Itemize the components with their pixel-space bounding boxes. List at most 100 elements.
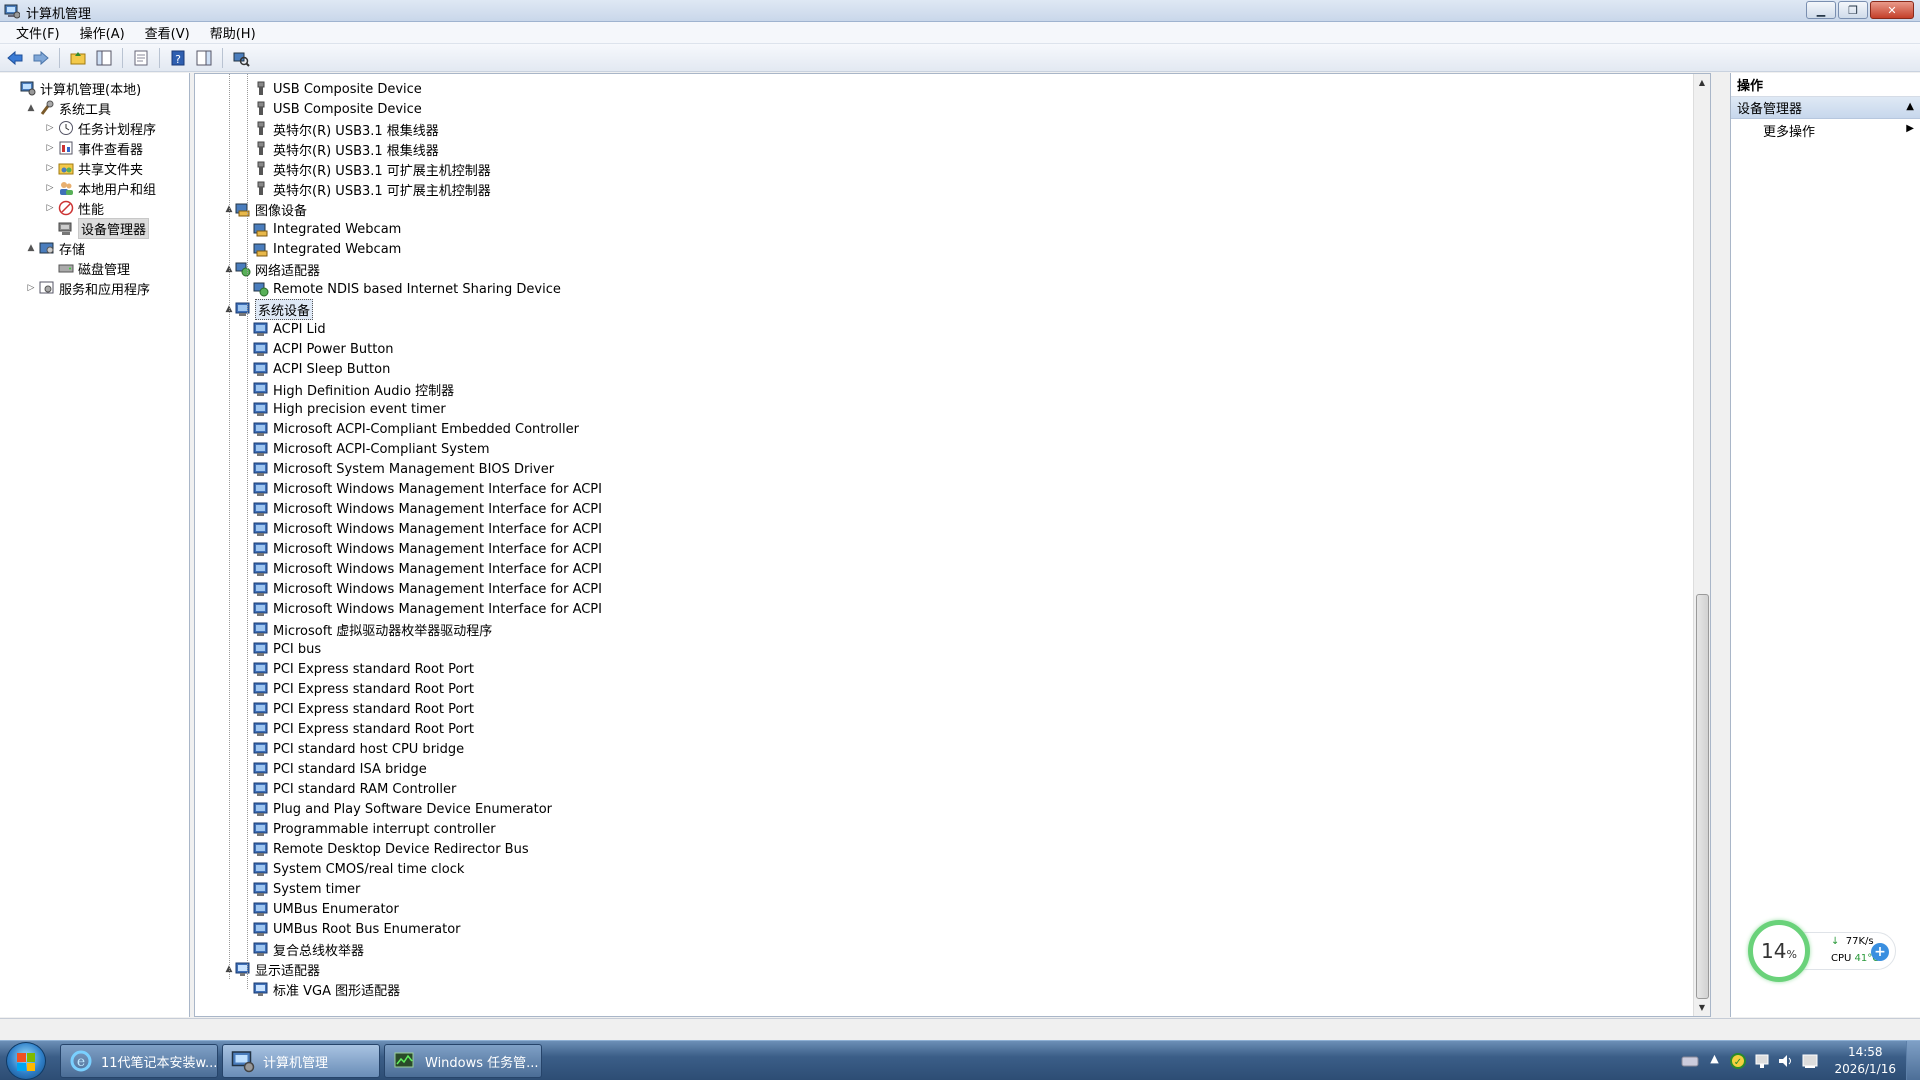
device-item[interactable]: High Definition Audio 控制器 [253,379,454,399]
device-item[interactable]: System timer [253,879,360,899]
device-item[interactable]: UMBus Root Bus Enumerator [253,919,461,939]
device-item[interactable]: Remote NDIS based Internet Sharing Devic… [253,279,561,299]
collapsed-arrow-icon[interactable]: ▷ [44,163,56,173]
help-button[interactable]: ? [167,47,189,69]
device-item[interactable]: Plug and Play Software Device Enumerator [253,799,552,819]
start-button[interactable] [6,1042,46,1080]
collapsed-arrow-icon[interactable]: ▷ [44,183,56,193]
device-item[interactable]: Microsoft Windows Management Interface f… [253,559,602,579]
tree-node-9[interactable]: 磁盘管理 [44,258,130,278]
device-item[interactable]: PCI standard host CPU bridge [253,739,464,759]
tree-node-0[interactable]: 计算机管理(本地) [6,78,141,98]
device-item[interactable]: PCI Express standard Root Port [253,699,474,719]
properties-button[interactable] [130,47,152,69]
device-item[interactable]: USB Composite Device [253,99,422,119]
device-item[interactable]: Microsoft Windows Management Interface f… [253,539,602,559]
device-item[interactable]: Integrated Webcam [253,239,401,259]
back-button[interactable] [4,47,26,69]
minimize-button[interactable]: ▁ [1806,1,1836,19]
close-button[interactable]: ✕ [1870,1,1914,19]
scroll-up-button[interactable]: ▲ [1694,74,1710,91]
taskbar-button-2[interactable]: Windows 任务管... [384,1044,542,1078]
security-shield-icon[interactable]: ✓ [1729,1052,1747,1070]
device-item[interactable]: Microsoft System Management BIOS Driver [253,459,554,479]
menu-item-2[interactable]: 查看(V) [135,23,200,42]
show-desktop-button[interactable] [1906,1041,1920,1080]
scan-hardware-button[interactable] [230,47,252,69]
device-item[interactable]: Microsoft 虚拟驱动器枚举器驱动程序 [253,619,492,639]
device-item[interactable]: Microsoft Windows Management Interface f… [253,479,602,499]
device-item[interactable]: Microsoft Windows Management Interface f… [253,599,602,619]
vertical-scrollbar[interactable]: ▲ ▼ [1693,74,1710,1016]
device-item[interactable]: UMBus Enumerator [253,899,399,919]
device-item[interactable]: Microsoft Windows Management Interface f… [253,579,602,599]
restore-button[interactable]: ❐ [1838,1,1868,19]
device-item[interactable]: PCI standard ISA bridge [253,759,427,779]
taskbar-button-0[interactable]: e 11代笔记本安装w... [60,1044,218,1078]
device-item[interactable]: 英特尔(R) USB3.1 可扩展主机控制器 [253,179,491,199]
actions-section-device-manager[interactable]: 设备管理器 ▲ [1731,97,1920,119]
show-action-pane-button[interactable] [193,47,215,69]
device-item[interactable]: Microsoft ACPI-Compliant Embedded Contro… [253,419,579,439]
expanded-arrow-icon[interactable]: ▲ [25,243,37,253]
device-item[interactable]: High precision event timer [253,399,446,419]
clock[interactable]: 14:58 2026/1/16 [1834,1044,1896,1078]
device-item[interactable]: PCI bus [253,639,321,659]
more-actions-item[interactable]: 更多操作 ▶ [1731,119,1920,141]
device-category[interactable]: ▲ 系统设备 [223,298,314,320]
show-hide-tree-button[interactable] [93,47,115,69]
device-item[interactable]: Integrated Webcam [253,219,401,239]
action-center-icon[interactable] [1801,1052,1819,1070]
device-item[interactable]: 标准 VGA 图形适配器 [253,979,400,999]
scroll-down-button[interactable]: ▼ [1694,999,1710,1016]
tree-node-3[interactable]: ▷ 事件查看器 [44,138,143,158]
tree-node-5[interactable]: ▷ 本地用户和组 [44,178,156,198]
menu-item-1[interactable]: 操作(A) [70,23,135,42]
device-item[interactable]: Microsoft Windows Management Interface f… [253,499,602,519]
device-item[interactable]: Microsoft Windows Management Interface f… [253,519,602,539]
gadget-plus-icon[interactable]: + [1871,943,1889,961]
device-item[interactable]: USB Composite Device [253,79,422,99]
tree-node-4[interactable]: ▷ 共享文件夹 [44,158,143,178]
device-item[interactable]: 英特尔(R) USB3.1 根集线器 [253,119,439,139]
device-item[interactable]: Microsoft ACPI-Compliant System [253,439,489,459]
device-item[interactable]: 英特尔(R) USB3.1 根集线器 [253,139,439,159]
device-category[interactable]: ▲ 图像设备 [223,199,307,219]
keyboard-icon[interactable] [1681,1052,1699,1070]
tree-node-10[interactable]: ▷ 服务和应用程序 [25,278,150,298]
collapsed-arrow-icon[interactable]: ▷ [25,283,37,293]
device-item[interactable]: PCI Express standard Root Port [253,719,474,739]
device-item[interactable]: PCI Express standard Root Port [253,659,474,679]
collapsed-arrow-icon[interactable]: ▷ [44,143,56,153]
device-item[interactable]: Remote Desktop Device Redirector Bus [253,839,529,859]
menu-item-0[interactable]: 文件(F) [6,23,70,42]
cpu-monitor-gadget[interactable]: ↓ 77K/s CPU 41°C + 14% [1748,918,1898,988]
tree-node-6[interactable]: ▷ 性能 [44,198,104,218]
tree-node-2[interactable]: ▷ 任务计划程序 [44,118,156,138]
device-item[interactable]: ACPI Sleep Button [253,359,390,379]
show-hidden-icons-icon[interactable]: ▲ [1705,1052,1723,1070]
network-icon[interactable] [1753,1052,1771,1070]
device-category[interactable]: ▲ 网络适配器 [223,259,320,279]
device-item[interactable]: PCI standard RAM Controller [253,779,456,799]
scrollbar-thumb[interactable] [1696,594,1709,999]
up-level-button[interactable] [67,47,89,69]
device-item[interactable]: PCI Express standard Root Port [253,679,474,699]
device-category[interactable]: ▲ 显示适配器 [223,959,320,979]
device-item[interactable]: ACPI Power Button [253,339,394,359]
menu-item-3[interactable]: 帮助(H) [200,23,266,42]
taskbar-button-1[interactable]: 计算机管理 [222,1044,380,1078]
volume-icon[interactable] [1777,1052,1795,1070]
device-item[interactable]: 英特尔(R) USB3.1 可扩展主机控制器 [253,159,491,179]
device-item[interactable]: Programmable interrupt controller [253,819,496,839]
device-item[interactable]: System CMOS/real time clock [253,859,464,879]
collapsed-arrow-icon[interactable]: ▷ [44,203,56,213]
tree-node-1[interactable]: ▲ 系统工具 [25,98,111,118]
tree-node-7[interactable]: 设备管理器 [44,217,150,239]
collapsed-arrow-icon[interactable]: ▷ [44,123,56,133]
expanded-arrow-icon[interactable]: ▲ [25,103,37,113]
tree-node-8[interactable]: ▲ 存储 [25,238,85,258]
forward-button[interactable] [30,47,52,69]
device-item[interactable]: 复合总线枚举器 [253,939,364,959]
device-item[interactable]: ACPI Lid [253,319,326,339]
